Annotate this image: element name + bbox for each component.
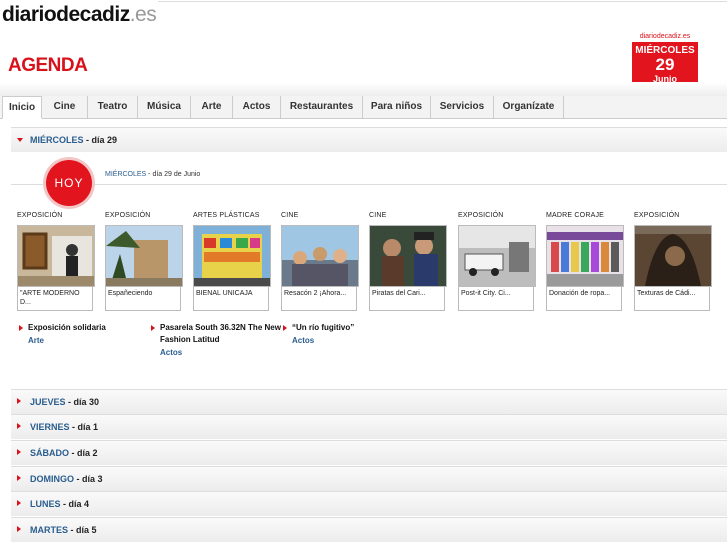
card-category: CINE bbox=[369, 212, 387, 219]
card-caption: Piratas del Cari... bbox=[369, 287, 445, 311]
event-card[interactable]: MADRE CORAJE Donación de ropa... bbox=[546, 212, 624, 311]
site-logo[interactable]: diariodecadiz.es bbox=[2, 3, 157, 27]
featured-title[interactable]: “Un río fugitivo” bbox=[283, 322, 413, 334]
event-card[interactable]: CINE Resacón 2 ¡Ahora... bbox=[281, 212, 359, 311]
expand-arrow-icon bbox=[17, 449, 21, 455]
tab-organizate[interactable]: Organízate bbox=[494, 96, 564, 118]
tab-restaurantes[interactable]: Restaurantes bbox=[281, 96, 363, 118]
featured-event[interactable]: Exposición solidaria Arte bbox=[19, 322, 149, 345]
featured-category-link[interactable]: Arte bbox=[19, 336, 149, 345]
header-band bbox=[0, 82, 727, 96]
featured-title[interactable]: Pasarela South 36.32N The New Fashion La… bbox=[151, 322, 281, 346]
featured-event[interactable]: “Un río fugitivo” Actos bbox=[283, 322, 413, 345]
day-row-label: JUEVES - día 30 bbox=[30, 397, 100, 407]
card-category: MADRE CORAJE bbox=[546, 212, 605, 219]
card-caption: Españeciendo bbox=[105, 287, 181, 311]
collapse-arrow-icon bbox=[17, 138, 23, 142]
card-category: ARTES PLÁSTICAS bbox=[193, 212, 260, 219]
event-thumbnail[interactable] bbox=[193, 225, 271, 287]
card-category: EXPOSICIÓN bbox=[634, 212, 680, 219]
tab-actos[interactable]: Actos bbox=[233, 96, 281, 118]
tab-teatro[interactable]: Teatro bbox=[88, 96, 138, 118]
day-row-label: VIERNES - día 1 bbox=[30, 422, 99, 432]
hoy-divider bbox=[11, 184, 727, 185]
tab-inicio[interactable]: Inicio bbox=[2, 96, 42, 119]
card-caption: Post-it City. Ci... bbox=[458, 287, 534, 311]
card-category: EXPOSICIÓN bbox=[105, 212, 151, 219]
day-row-label: SÁBADO - día 2 bbox=[30, 448, 98, 458]
expand-arrow-icon bbox=[17, 423, 21, 429]
expand-arrow-icon bbox=[17, 398, 21, 404]
day-row-label: MARTES - día 5 bbox=[30, 525, 97, 535]
day-row[interactable]: LUNES - día 4 bbox=[11, 491, 727, 516]
tab-musica[interactable]: Música bbox=[138, 96, 191, 118]
hoy-badge: HOY bbox=[46, 160, 92, 206]
card-caption: Resacón 2 ¡Ahora... bbox=[281, 287, 357, 311]
event-card[interactable]: EXPOSICIÓN Post-it City. Ci... bbox=[458, 212, 536, 311]
card-caption: Donación de ropa... bbox=[546, 287, 622, 311]
event-thumbnail[interactable] bbox=[546, 225, 624, 287]
featured-event[interactable]: Pasarela South 36.32N The New Fashion La… bbox=[151, 322, 281, 357]
top-divider bbox=[158, 1, 727, 2]
card-caption: "ARTE MODERNO D... bbox=[17, 287, 93, 311]
card-category: EXPOSICIÓN bbox=[17, 212, 63, 219]
day-row-label: LUNES - día 4 bbox=[30, 499, 90, 509]
featured-title[interactable]: Exposición solidaria bbox=[19, 322, 149, 334]
hoy-date: MIÉRCOLES - día 29 de Junio bbox=[105, 171, 201, 178]
day-row-label: MIÉRCOLES - día 29 bbox=[30, 135, 118, 145]
tab-para-ninos[interactable]: Para niños bbox=[363, 96, 431, 118]
card-caption: Texturas de Cádi... bbox=[634, 287, 710, 311]
day-row[interactable]: VIERNES - día 1 bbox=[11, 414, 727, 439]
day-row-label: DOMINGO - día 3 bbox=[30, 474, 103, 484]
event-thumbnail[interactable] bbox=[458, 225, 536, 287]
nav-tabs: Inicio Cine Teatro Música Arte Actos Res… bbox=[0, 96, 727, 119]
event-thumbnail[interactable] bbox=[369, 225, 447, 287]
expand-arrow-icon bbox=[17, 475, 21, 481]
event-thumbnail[interactable] bbox=[17, 225, 95, 287]
day-row[interactable]: DOMINGO - día 3 bbox=[11, 466, 727, 491]
card-category: CINE bbox=[281, 212, 299, 219]
day-row[interactable]: MARTES - día 5 bbox=[11, 517, 727, 542]
card-caption: BIENAL UNICAJA bbox=[193, 287, 269, 311]
datebox-day: 29 bbox=[655, 55, 675, 74]
event-card[interactable]: EXPOSICIÓN "ARTE MODERNO D... bbox=[17, 212, 95, 311]
event-card[interactable]: EXPOSICIÓN Españeciendo bbox=[105, 212, 183, 311]
featured-category-link[interactable]: Actos bbox=[283, 336, 413, 345]
expand-arrow-icon bbox=[17, 500, 21, 506]
event-card[interactable]: EXPOSICIÓN Texturas de Cádi... bbox=[634, 212, 712, 311]
event-card[interactable]: CINE Piratas del Cari... bbox=[369, 212, 447, 311]
card-category: EXPOSICIÓN bbox=[458, 212, 504, 219]
event-thumbnail[interactable] bbox=[105, 225, 183, 287]
section-title: AGENDA bbox=[8, 55, 88, 76]
day-row[interactable]: JUEVES - día 30 bbox=[11, 389, 727, 414]
featured-category-link[interactable]: Actos bbox=[151, 348, 281, 357]
day-row-open[interactable]: MIÉRCOLES - día 29 bbox=[11, 127, 727, 152]
tab-arte[interactable]: Arte bbox=[191, 96, 233, 118]
event-card[interactable]: ARTES PLÁSTICAS BIENAL UNICAJA bbox=[193, 212, 271, 311]
datebox-site-label: diariodecadiz.es bbox=[639, 33, 691, 40]
event-thumbnail[interactable] bbox=[634, 225, 712, 287]
expand-arrow-icon bbox=[17, 526, 21, 532]
tab-cine[interactable]: Cine bbox=[42, 96, 88, 118]
tab-servicios[interactable]: Servicios bbox=[431, 96, 494, 118]
day-row[interactable]: SÁBADO - día 2 bbox=[11, 440, 727, 465]
event-thumbnail[interactable] bbox=[281, 225, 359, 287]
